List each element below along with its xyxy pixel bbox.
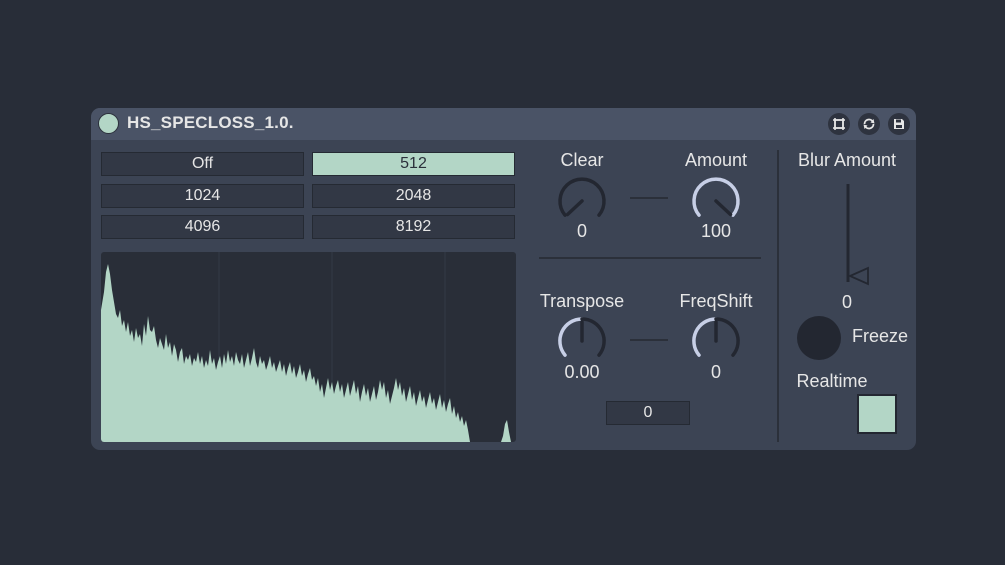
size-button-1024[interactable]: 1024 <box>101 184 304 208</box>
power-icon[interactable] <box>98 113 119 134</box>
spectrum-fill <box>101 264 511 442</box>
freqshift-label: FreqShift <box>679 291 753 311</box>
size-button-off[interactable]: Off <box>101 152 304 176</box>
realtime-label: Realtime <box>796 371 868 391</box>
device-title: HS_SPECLOSS_1.0. <box>127 113 294 132</box>
transpose-value: 0.00 <box>564 362 600 382</box>
size-button-512[interactable]: 512 <box>312 152 515 176</box>
knob-link-line <box>630 197 668 199</box>
freeze-icon[interactable] <box>828 113 850 135</box>
size-button-8192[interactable]: 8192 <box>312 215 515 239</box>
spectrum-graph <box>101 252 511 442</box>
amount-knob[interactable] <box>691 176 741 226</box>
knob-link-line <box>630 339 668 341</box>
transpose-knob[interactable] <box>557 316 607 366</box>
freeze-button[interactable] <box>797 316 841 360</box>
size-button-2048[interactable]: 2048 <box>312 184 515 208</box>
clear-value: 0 <box>576 221 587 241</box>
save-icon[interactable] <box>888 113 910 135</box>
clear-knob[interactable] <box>557 176 607 226</box>
freqshift-value: 0 <box>710 362 721 382</box>
slider-handle[interactable] <box>847 266 869 286</box>
amount-value: 100 <box>700 221 732 241</box>
blur-amount-label: Blur Amount <box>797 150 897 170</box>
column-divider <box>777 150 779 442</box>
title-bar: HS_SPECLOSS_1.0. <box>91 108 916 140</box>
amount-label: Amount <box>684 150 748 170</box>
transpose-label: Transpose <box>539 291 625 311</box>
freeze-label: Freeze <box>851 326 909 346</box>
spectrum-display <box>101 252 516 442</box>
realtime-toggle[interactable] <box>857 394 897 434</box>
sync-icon[interactable] <box>858 113 880 135</box>
device-panel: HS_SPECLOSS_1.0. Off 512 1024 2048 4096 … <box>91 108 916 450</box>
clear-label: Clear <box>560 150 604 170</box>
blur-amount-value: 0 <box>841 292 852 312</box>
blur-amount-slider[interactable] <box>839 182 873 292</box>
section-divider <box>539 257 761 259</box>
freqshift-knob[interactable] <box>691 316 741 366</box>
number-box[interactable]: 0 <box>606 401 690 425</box>
size-button-4096[interactable]: 4096 <box>101 215 304 239</box>
